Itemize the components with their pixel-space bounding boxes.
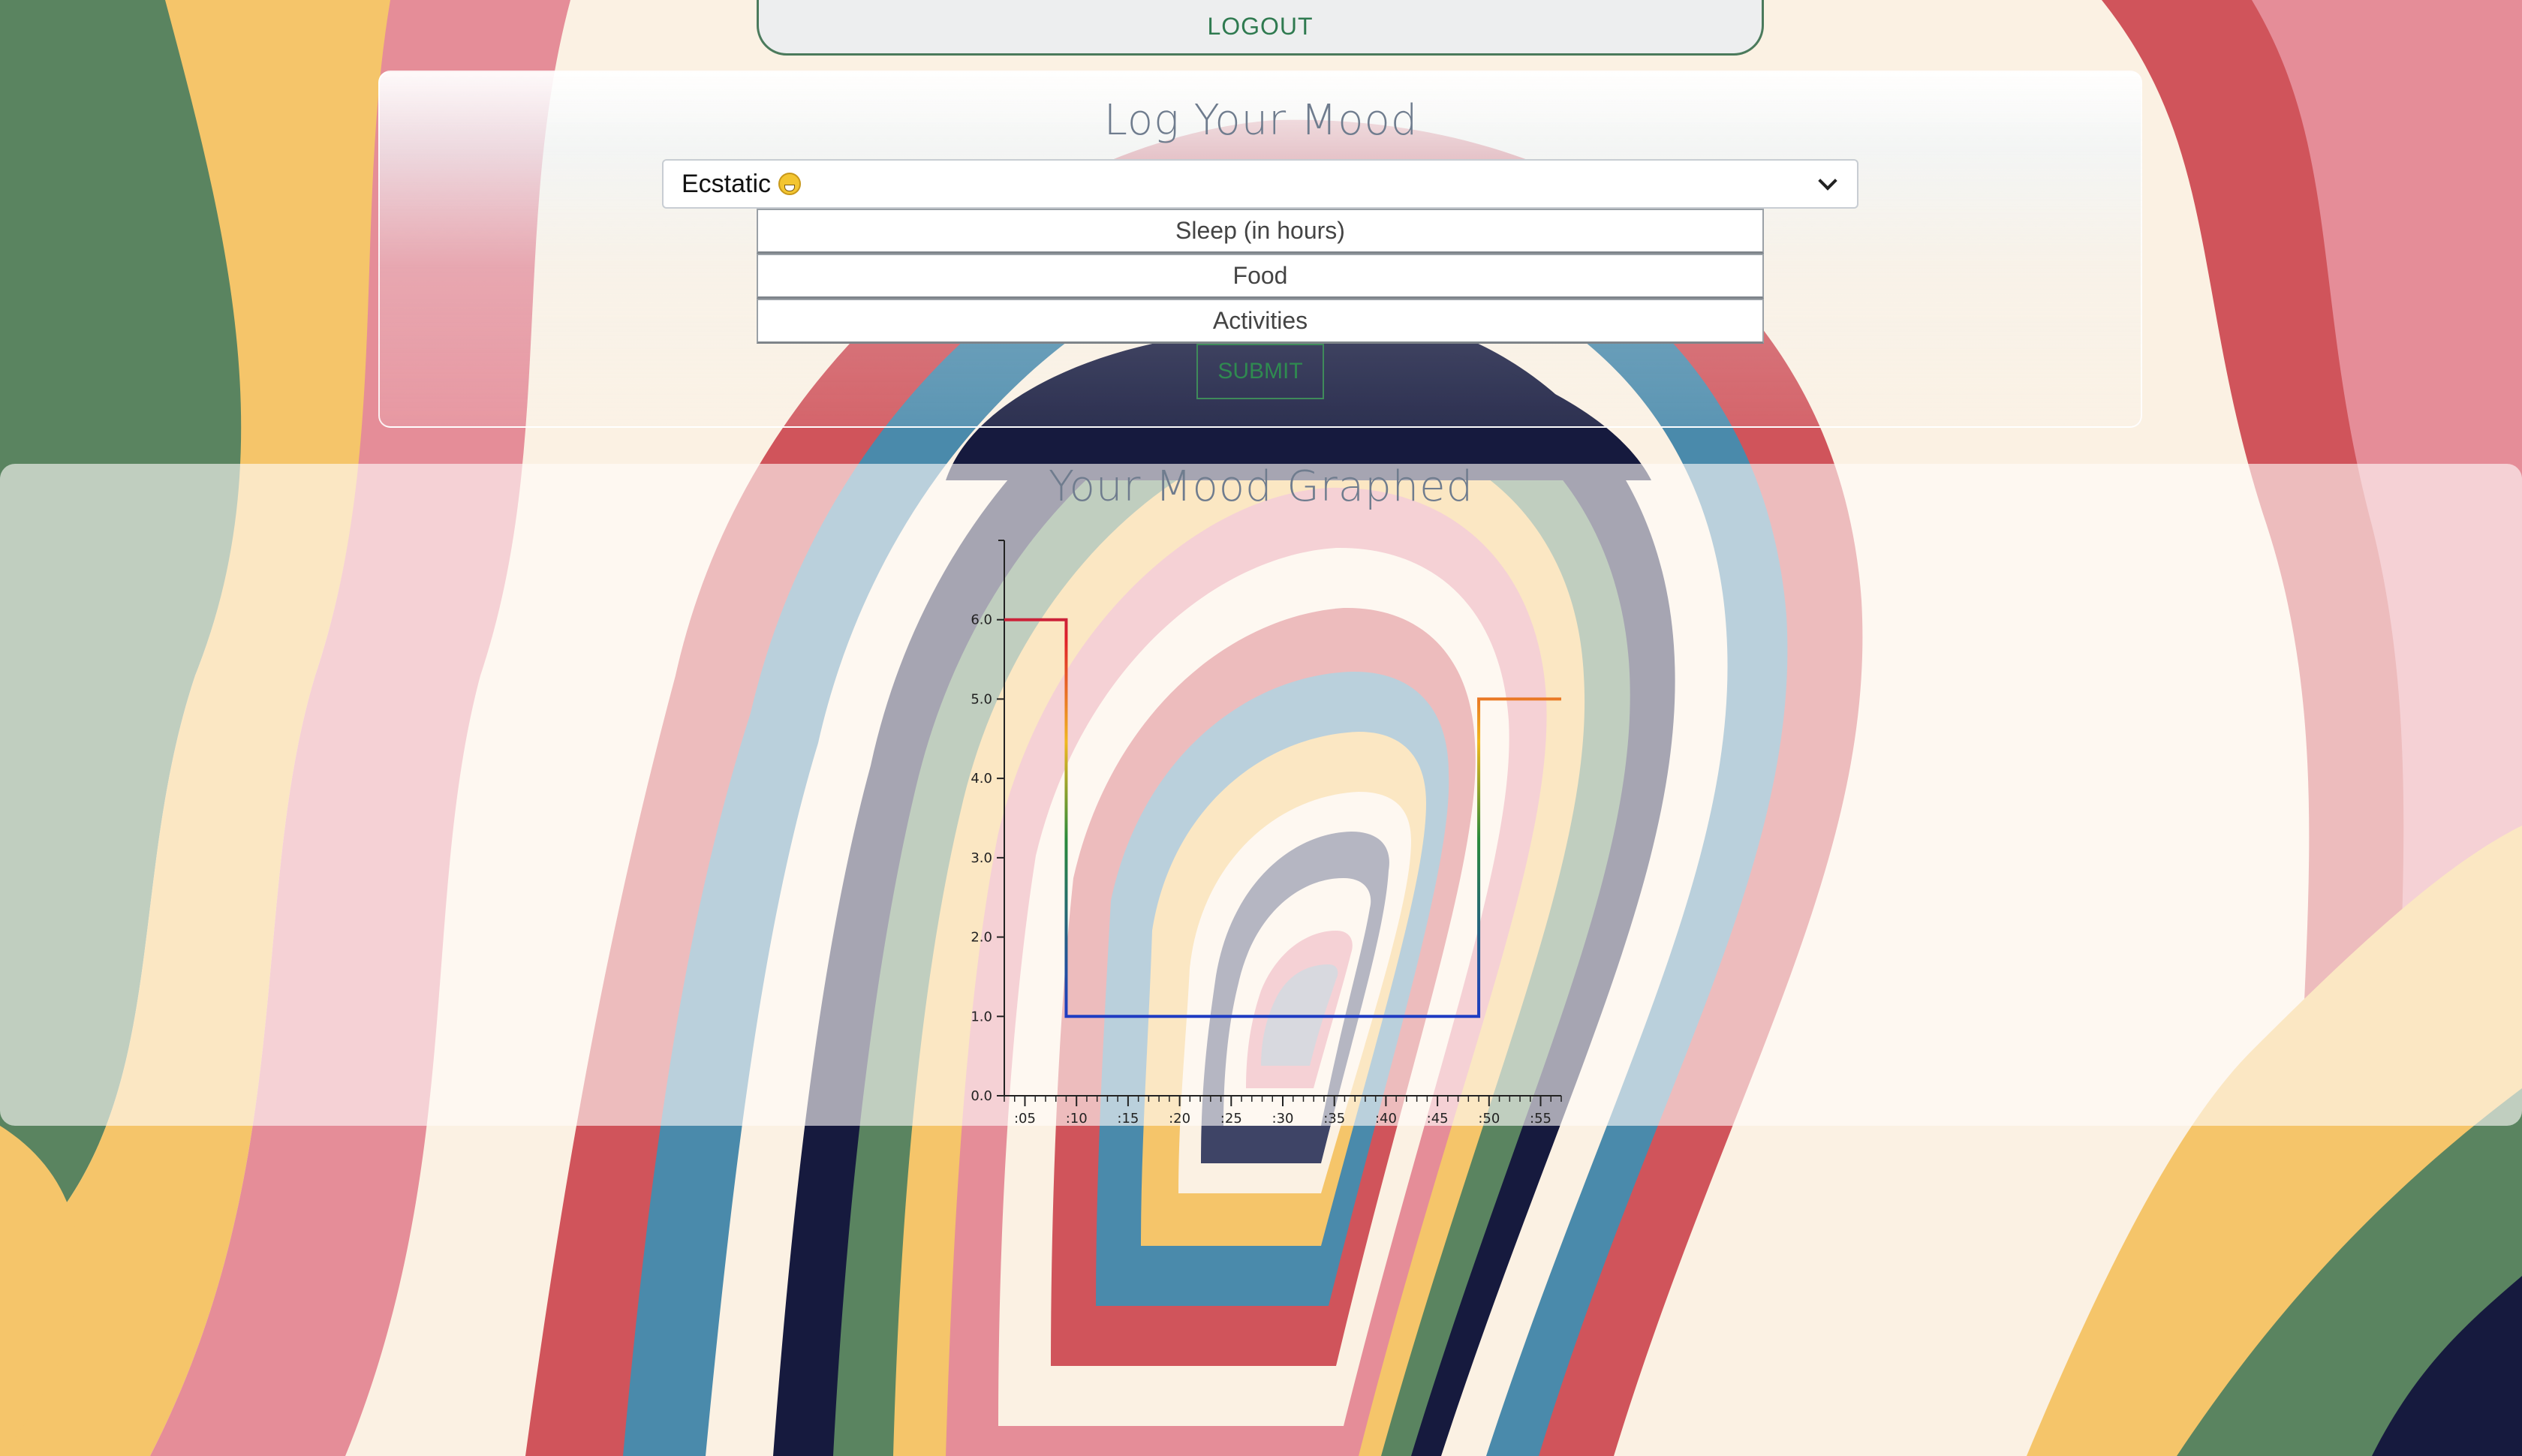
y-tick-label: 4.0 xyxy=(971,771,992,787)
mood-series-line xyxy=(1004,618,1561,1018)
y-tick-label: 1.0 xyxy=(971,1009,992,1024)
x-tick-label: :25 xyxy=(1220,1111,1242,1127)
submit-button[interactable]: SUBMIT xyxy=(1196,344,1324,399)
x-tick-label: :10 xyxy=(1066,1111,1088,1127)
y-tick-label: 3.0 xyxy=(971,850,992,866)
y-tick-label: 6.0 xyxy=(971,612,992,628)
y-tick-label: 0.0 xyxy=(971,1088,992,1104)
x-tick-label: :45 xyxy=(1427,1111,1449,1127)
mood-graph-title: Your Mood Graphed xyxy=(1048,462,1474,511)
activities-input[interactable]: Activities xyxy=(757,299,1764,344)
x-tick-label: :20 xyxy=(1169,1111,1190,1127)
logout-button[interactable]: LOGOUT xyxy=(757,0,1764,56)
food-input[interactable]: Food xyxy=(757,254,1764,299)
mood-select-value: Ecstatic xyxy=(682,169,772,198)
x-tick-label: :40 xyxy=(1375,1111,1397,1127)
x-tick-label: :55 xyxy=(1530,1111,1551,1127)
x-tick-label: :05 xyxy=(1014,1111,1036,1127)
mood-form-title: Log Your Mood xyxy=(1103,96,1419,145)
x-tick-label: :15 xyxy=(1117,1111,1139,1127)
mood-chart: 0.0 1.0 2.0 3.0 4.0 5.0 6.0 :05 :10 :15 :20 :25 :30:… xyxy=(971,540,1562,1127)
y-tick-label: 5.0 xyxy=(971,691,992,707)
y-tick-label: 2.0 xyxy=(971,930,992,946)
x-tick-label: :30 xyxy=(1272,1111,1294,1127)
chevron-down-icon xyxy=(1818,171,1837,191)
grinning-face-icon xyxy=(778,173,802,195)
mood-select[interactable]: Ecstatic xyxy=(662,159,1858,209)
x-tick-label: :35 xyxy=(1323,1111,1345,1127)
sleep-input[interactable]: Sleep (in hours) xyxy=(757,209,1764,254)
x-tick-label: :50 xyxy=(1478,1111,1500,1127)
